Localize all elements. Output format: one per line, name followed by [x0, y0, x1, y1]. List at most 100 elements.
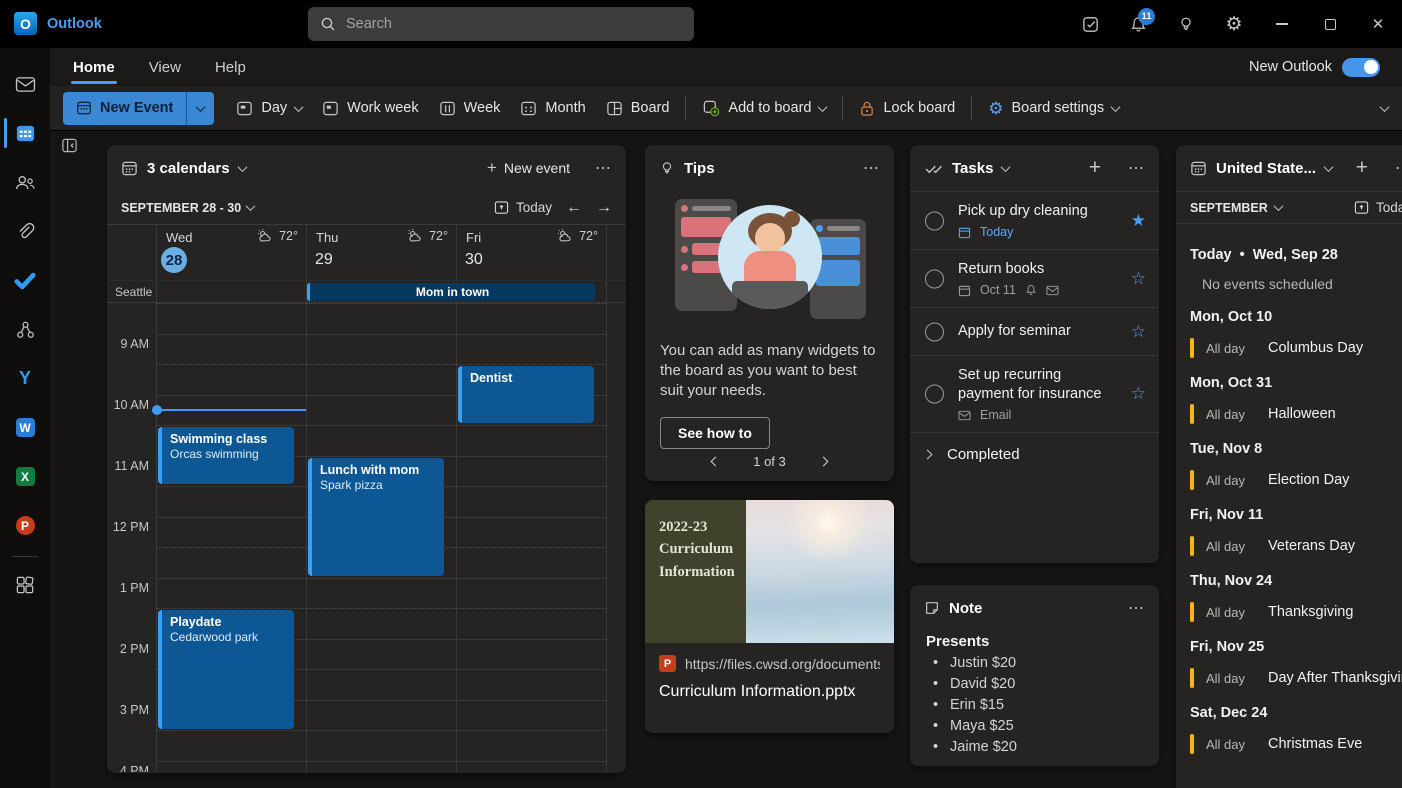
- agenda-event-day-after-thanksgiving[interactable]: All day Day After Thanksgiving: [1190, 668, 1402, 688]
- see-how-to-button[interactable]: See how to: [660, 417, 770, 449]
- day-header-wed[interactable]: Wed 72° 28: [156, 225, 306, 280]
- sidebar-item-yammer[interactable]: Y: [0, 354, 50, 403]
- settings-gear-icon[interactable]: ⚙: [1210, 0, 1258, 48]
- calendars-dropdown-chevron-icon[interactable]: [237, 162, 247, 172]
- view-board-button[interactable]: Board: [596, 91, 680, 125]
- agenda-date-header: Tue, Nov 8: [1190, 441, 1402, 457]
- sidebar-item-people[interactable]: [0, 158, 50, 207]
- star-filled-icon[interactable]: ★: [1131, 211, 1146, 231]
- board-settings-button[interactable]: ⚙ Board settings: [978, 91, 1129, 125]
- prev-range-arrow-icon[interactable]: ←: [566, 199, 582, 217]
- weather-icon: [257, 229, 274, 243]
- agenda-event-veterans-day[interactable]: All day Veterans Day: [1190, 536, 1402, 556]
- file-link[interactable]: P https://files.cwsd.org/documents/...: [659, 655, 880, 672]
- date-number[interactable]: 30: [465, 251, 483, 269]
- all-day-event-mom-in-town[interactable]: Mom in town: [307, 283, 595, 301]
- event-lunch-with-mom[interactable]: Lunch with mom Spark pizza: [308, 458, 444, 576]
- file-name[interactable]: Curriculum Information.pptx: [659, 683, 880, 701]
- star-outline-icon[interactable]: ☆: [1131, 322, 1146, 342]
- agenda-event-thanksgiving[interactable]: All day Thanksgiving: [1190, 602, 1402, 622]
- add-to-board-button[interactable]: Add to board: [692, 91, 836, 125]
- tab-help[interactable]: Help: [215, 48, 246, 86]
- close-button[interactable]: ✕: [1354, 0, 1402, 48]
- event-playdate[interactable]: Playdate Cedarwood park: [158, 610, 294, 729]
- search-box[interactable]: [308, 7, 694, 41]
- month-chevron-icon[interactable]: [1273, 201, 1283, 211]
- search-input[interactable]: [346, 16, 682, 32]
- task-checkbox[interactable]: [925, 211, 944, 230]
- holidays-today-button[interactable]: Today: [1354, 200, 1402, 215]
- task-checkbox[interactable]: [925, 322, 944, 341]
- widget-new-event-button[interactable]: + New event: [487, 158, 570, 178]
- new-event-split-button[interactable]: New Event: [63, 92, 214, 125]
- task-item-dry-cleaning[interactable]: Pick up dry cleaning Today ★: [910, 191, 1159, 249]
- star-outline-icon[interactable]: ☆: [1131, 384, 1146, 404]
- event-dentist[interactable]: Dentist: [458, 366, 594, 423]
- event-swimming-class[interactable]: Swimming class Orcas swimming: [158, 427, 294, 484]
- agenda-event-election-day[interactable]: All day Election Day: [1190, 470, 1402, 490]
- holidays-dropdown-chevron-icon[interactable]: [1324, 162, 1334, 172]
- notifications-bell-icon[interactable]: 11: [1114, 0, 1162, 48]
- day-header-fri[interactable]: Fri 72° 30: [456, 225, 606, 280]
- tab-view[interactable]: View: [149, 48, 181, 86]
- day-header-thu[interactable]: Thu 72° 29: [306, 225, 456, 280]
- date-number[interactable]: 29: [315, 251, 333, 269]
- holidays-widget-title[interactable]: United State...: [1216, 160, 1316, 177]
- holidays-more-icon[interactable]: ⋯: [1395, 158, 1402, 178]
- task-checkbox[interactable]: [925, 269, 944, 288]
- tips-widget-more-icon[interactable]: ⋯: [863, 158, 880, 178]
- add-task-button[interactable]: +: [1089, 156, 1101, 180]
- date-range-chevron-icon[interactable]: [246, 201, 256, 211]
- calendar-widget-title[interactable]: 3 calendars: [147, 160, 230, 177]
- tasks-widget-title[interactable]: Tasks: [952, 160, 993, 177]
- sidebar-item-excel[interactable]: X: [0, 452, 50, 501]
- sidebar-item-word[interactable]: W: [0, 403, 50, 452]
- maximize-button[interactable]: [1306, 0, 1354, 48]
- note-content[interactable]: Presents Justin $20 David $20 Erin $15 M…: [910, 631, 1159, 755]
- today-button[interactable]: Today: [494, 200, 552, 215]
- sidebar-item-powerpoint[interactable]: P: [0, 501, 50, 550]
- view-week-button[interactable]: Week: [429, 91, 511, 125]
- view-day-button[interactable]: Day: [226, 91, 312, 125]
- completed-section-toggle[interactable]: Completed: [910, 432, 1159, 476]
- note-widget-more-icon[interactable]: ⋯: [1128, 598, 1145, 618]
- task-item-insurance-payment[interactable]: Set up recurring payment for insurance E…: [910, 355, 1159, 432]
- selected-date-number[interactable]: 28: [161, 247, 187, 273]
- task-checkbox[interactable]: [925, 385, 944, 404]
- collapse-left-pane-icon[interactable]: [61, 137, 78, 154]
- sidebar-item-todo[interactable]: [0, 256, 50, 305]
- tasks-dropdown-chevron-icon[interactable]: [1001, 162, 1011, 172]
- file-card-widget[interactable]: 2022-23 Curriculum Information P https:/…: [645, 500, 894, 733]
- calendar-widget-more-icon[interactable]: ⋯: [595, 158, 612, 178]
- task-item-return-books[interactable]: Return books Oct 11 ☆: [910, 249, 1159, 307]
- date-range-label[interactable]: SEPTEMBER 28 - 30: [121, 201, 241, 215]
- sidebar-item-more-apps[interactable]: [0, 563, 50, 607]
- sidebar-item-files[interactable]: [0, 207, 50, 256]
- task-title: Set up recurring payment for insurance: [958, 366, 1113, 404]
- view-month-button[interactable]: Month: [510, 91, 595, 125]
- view-work-week-button[interactable]: Work week: [312, 91, 428, 125]
- month-label[interactable]: SEPTEMBER: [1190, 201, 1268, 215]
- agenda-event-columbus-day[interactable]: All day Columbus Day: [1190, 338, 1402, 358]
- tips-lightbulb-icon[interactable]: [1162, 0, 1210, 48]
- star-outline-icon[interactable]: ☆: [1131, 269, 1146, 289]
- task-item-apply-seminar[interactable]: Apply for seminar ☆: [910, 307, 1159, 355]
- agenda-event-christmas-eve[interactable]: All day Christmas Eve: [1190, 734, 1402, 754]
- tab-home[interactable]: Home: [73, 48, 115, 86]
- agenda-event-halloween[interactable]: All day Halloween: [1190, 404, 1402, 424]
- sidebar-item-mail[interactable]: [0, 60, 50, 109]
- tips-next-page-icon[interactable]: [818, 457, 828, 467]
- tips-prev-page-icon[interactable]: [711, 457, 721, 467]
- collapse-ribbon-chevron-icon[interactable]: [1380, 102, 1390, 112]
- next-range-arrow-icon[interactable]: →: [596, 199, 612, 217]
- my-day-icon[interactable]: [1066, 0, 1114, 48]
- sidebar-item-org-explorer[interactable]: [0, 305, 50, 354]
- new-event-dropdown-chevron-icon[interactable]: [187, 92, 214, 125]
- new-outlook-toggle[interactable]: [1342, 58, 1380, 77]
- minimize-button[interactable]: [1258, 0, 1306, 48]
- slide-title-panel: 2022-23 Curriculum Information: [645, 500, 746, 643]
- tasks-widget-more-icon[interactable]: ⋯: [1128, 158, 1145, 178]
- holidays-add-button[interactable]: +: [1356, 156, 1368, 180]
- lock-board-button[interactable]: Lock board: [849, 91, 965, 125]
- sidebar-item-calendar[interactable]: [0, 109, 50, 158]
